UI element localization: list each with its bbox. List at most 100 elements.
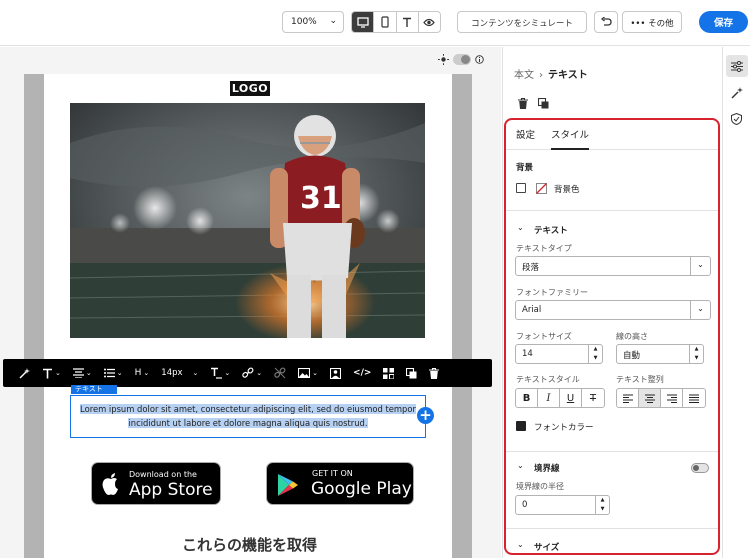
- tab-settings[interactable]: 設定: [516, 127, 535, 141]
- text-color-icon: [211, 367, 223, 379]
- duplicate-button[interactable]: [400, 359, 423, 387]
- background-color-checkbox[interactable]: [516, 183, 526, 193]
- text-type-icon: [43, 368, 52, 378]
- add-component-button[interactable]: +: [417, 407, 434, 424]
- stepper-icon[interactable]: ▲ ▼: [595, 496, 609, 514]
- text-style-button[interactable]: ⌄: [36, 359, 67, 387]
- chevron-down-icon[interactable]: ⌄: [517, 540, 524, 549]
- sliders-icon: [731, 60, 743, 72]
- logo[interactable]: LOGO: [230, 81, 270, 96]
- properties-rail-button[interactable]: [726, 55, 748, 77]
- google-play-big-text: Google Play: [311, 479, 412, 499]
- chevron-down-icon[interactable]: ⌄: [517, 223, 524, 232]
- underline-button[interactable]: U: [560, 389, 582, 407]
- background-section-title: 背景: [516, 163, 534, 173]
- list-menu-button[interactable]: ⌄: [98, 359, 129, 387]
- eye-icon: [423, 18, 436, 26]
- hero-image[interactable]: 31: [70, 103, 425, 338]
- editor-canvas: LOGO 31 Download on the App Store GET IT…: [0, 47, 501, 558]
- personalize-button[interactable]: [324, 359, 347, 387]
- code-icon: </>: [353, 368, 372, 378]
- app-store-badge[interactable]: Download on the App Store: [91, 462, 221, 505]
- app-store-small-text: Download on the: [129, 470, 197, 479]
- text-type-select[interactable]: 段落 ⌄: [515, 256, 711, 276]
- google-play-small-text: GET IT ON: [312, 469, 353, 478]
- more-button[interactable]: ••• その他: [622, 11, 682, 33]
- text-section-title[interactable]: テキスト: [534, 224, 568, 236]
- border-radius-input[interactable]: 0 ▲ ▼: [515, 495, 610, 515]
- border-section-title[interactable]: 境界線: [534, 462, 560, 474]
- magic-wand-icon[interactable]: [731, 87, 743, 99]
- font-family-select[interactable]: Arial ⌄: [515, 300, 711, 320]
- text-align-group: [616, 388, 706, 408]
- align-center-button[interactable]: [639, 389, 661, 407]
- italic-button[interactable]: I: [538, 389, 560, 407]
- stepper-icon[interactable]: ▲ ▼: [588, 345, 602, 363]
- align-center-icon: [644, 394, 655, 403]
- align-right-icon: [666, 394, 677, 403]
- image-menu-button[interactable]: ⌄: [292, 359, 324, 387]
- desktop-view-button[interactable]: [352, 12, 375, 32]
- stepper-icon[interactable]: ▲ ▼: [689, 345, 703, 363]
- justify-button[interactable]: [683, 389, 705, 407]
- properties-panel: 本文 › テキスト 設定 スタイル 背景 背景色 ⌄ テキスト テキストタイプ 段落…: [502, 47, 721, 558]
- zoom-select[interactable]: 100% ⌄: [282, 11, 344, 33]
- delete-button[interactable]: [423, 359, 445, 387]
- strikethrough-button[interactable]: T: [582, 389, 604, 407]
- simulate-content-button[interactable]: コンテンツをシミュレート: [457, 11, 587, 33]
- mobile-icon: [381, 16, 389, 28]
- duplicate-icon: [406, 367, 417, 378]
- text-view-button[interactable]: [397, 12, 419, 32]
- link-button[interactable]: ⌄: [236, 359, 268, 387]
- save-button[interactable]: 保存: [699, 11, 748, 33]
- unlink-button[interactable]: [268, 359, 292, 387]
- preview-button[interactable]: [419, 12, 440, 32]
- text-icon: [403, 17, 412, 27]
- selected-text-block[interactable]: Lorem ipsum dolor sit amet, consectetur …: [70, 395, 426, 438]
- select-parent-button[interactable]: [377, 359, 400, 387]
- font-size-input[interactable]: 14 ▲ ▼: [515, 344, 603, 364]
- align-right-button[interactable]: [661, 389, 683, 407]
- line-height-input[interactable]: 自動 ▲ ▼: [616, 344, 704, 364]
- component-tag: テキスト: [71, 385, 117, 394]
- align-menu-button[interactable]: ⌄: [67, 359, 98, 387]
- chevron-down-icon: ⌄: [329, 16, 337, 26]
- font-color-swatch[interactable]: [516, 421, 526, 431]
- duplicate-icon[interactable]: [538, 98, 549, 109]
- tab-style[interactable]: スタイル: [551, 127, 590, 150]
- mobile-view-button[interactable]: [374, 12, 397, 32]
- dark-mode-switch[interactable]: [453, 54, 471, 65]
- shield-icon[interactable]: [731, 113, 742, 125]
- zoom-value: 100%: [291, 17, 317, 27]
- link-icon: [242, 367, 254, 378]
- image-icon: [298, 368, 311, 378]
- bulleted-list-icon: [103, 368, 115, 378]
- desktop-icon: [356, 16, 369, 28]
- chevron-down-icon[interactable]: ⌄: [517, 461, 524, 470]
- heading-menu-button[interactable]: H ⌄: [129, 359, 156, 387]
- breadcrumb-parent[interactable]: 本文: [514, 70, 534, 81]
- top-toolbar: 100% ⌄ コンテンツをシミュレート ••• その他 保存: [0, 0, 750, 46]
- text-style-group: B I U T: [515, 388, 605, 408]
- align-left-button[interactable]: [617, 389, 639, 407]
- source-code-button[interactable]: </>: [347, 359, 377, 387]
- size-section-title[interactable]: サイズ: [534, 541, 559, 553]
- text-color-button[interactable]: ⌄: [204, 359, 236, 387]
- border-toggle[interactable]: [691, 463, 709, 473]
- font-size-select[interactable]: 14px ⌄: [155, 359, 204, 387]
- features-heading[interactable]: これらの機能を取得: [182, 534, 317, 555]
- divider: [506, 451, 718, 452]
- theme-toggle[interactable]: [438, 54, 484, 65]
- bold-button[interactable]: B: [516, 389, 538, 407]
- undo-button[interactable]: [594, 11, 618, 33]
- divider: [506, 528, 718, 529]
- no-color-swatch-icon[interactable]: [536, 183, 547, 194]
- jersey-number: 31: [300, 181, 342, 216]
- google-play-badge[interactable]: GET IT ON Google Play: [266, 462, 414, 505]
- font-family-label: フォントファミリー: [516, 288, 588, 297]
- trash-icon[interactable]: [518, 98, 528, 109]
- font-size-label: フォントサイズ: [516, 332, 572, 341]
- ai-assist-button[interactable]: [13, 359, 36, 387]
- align-center-icon: [72, 368, 84, 378]
- google-play-icon: [278, 474, 298, 496]
